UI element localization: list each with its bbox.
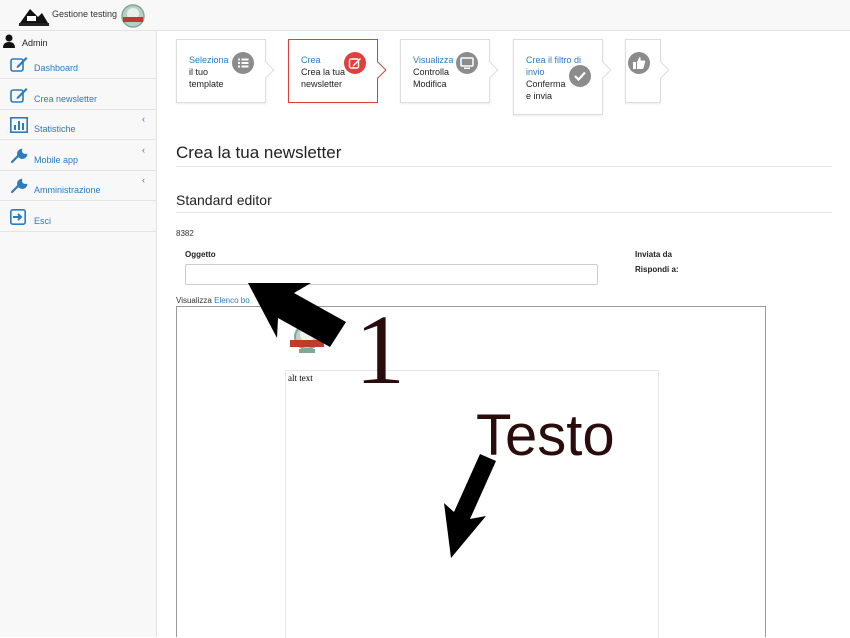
annotation-text: Testo [476, 403, 615, 468]
step-subtitle: e invia [526, 91, 553, 101]
annotation-number: 1 [355, 294, 405, 405]
badge-logo-icon [121, 4, 145, 28]
app-title: Gestione testing [52, 9, 118, 19]
sidebar-item-label: Dashboard [34, 63, 79, 73]
page-title: Crea la tua newsletter [176, 143, 342, 162]
brand-logo-icon[interactable] [18, 3, 50, 27]
chevron-left-icon[interactable]: ‹ [142, 145, 145, 155]
sidebar-item-dashboard[interactable]: Dashboard [0, 49, 157, 79]
list-icon [232, 52, 254, 74]
subject-label: Oggetto [185, 250, 216, 259]
step-arrow [257, 61, 275, 79]
sidebar-item-crea-newsletter[interactable]: Crea newsletter [0, 80, 157, 110]
step-subtitle: template [189, 79, 224, 89]
reply-to-label: Rispondi a: [635, 265, 679, 274]
monitor-icon [456, 52, 478, 74]
sidebar-item-label: Statistiche [34, 124, 76, 134]
step-subtitle: newsletter [301, 79, 343, 89]
wizard-step-crea-filtro[interactable]: Crea il filtro di invio Conferma e invia [513, 39, 612, 115]
wrench-icon [10, 178, 28, 194]
check-icon [569, 65, 591, 87]
bar-chart-icon [10, 117, 28, 133]
step-arrow [652, 61, 670, 79]
sidebar-item-label: Esci [34, 216, 52, 226]
view-line: Visualizza Elenco bo [176, 296, 250, 305]
user-icon [3, 34, 15, 48]
section-title: Standard editor [176, 192, 272, 208]
sidebar-item-label: Mobile app [34, 155, 79, 165]
divider [176, 212, 832, 213]
wrench-icon [10, 148, 28, 164]
sidebar-item-mobile-app[interactable]: Mobile app ‹ [0, 141, 157, 171]
newsletter-id: 8382 [176, 229, 194, 238]
wizard-step-visualizza[interactable]: Visualizza Controlla Modifica [400, 39, 499, 103]
user-name: Admin [22, 38, 48, 48]
edit-icon [344, 52, 366, 74]
chevron-left-icon[interactable]: ‹ [142, 114, 145, 124]
step-arrow [369, 61, 387, 79]
email-logo-image[interactable] [287, 323, 327, 357]
user-info[interactable]: Admin [0, 33, 157, 49]
edit-icon [10, 57, 28, 72]
chevron-left-icon[interactable]: ‹ [142, 175, 145, 185]
step-subtitle: Modifica [413, 79, 447, 89]
view-list-link[interactable]: Elenco bo [214, 296, 250, 305]
sidebar-item-label: Crea newsletter [34, 94, 98, 104]
divider [176, 166, 832, 167]
top-bar: Gestione testing [0, 0, 850, 31]
step-arrow [481, 61, 499, 79]
sidebar-item-amministrazione[interactable]: Amministrazione ‹ [0, 171, 157, 201]
email-editor-frame[interactable]: alt text [176, 306, 766, 638]
subject-input[interactable] [185, 264, 598, 285]
view-prefix: Visualizza [176, 296, 212, 305]
sent-from-label: Inviata da [635, 250, 672, 259]
sidebar: Admin Dashboard Crea newsletter Statisti… [0, 31, 157, 637]
sidebar-item-esci[interactable]: Esci [0, 202, 157, 232]
sidebar-item-statistiche[interactable]: Statistiche ‹ [0, 110, 157, 140]
sidebar-item-label: Amministrazione [34, 185, 101, 195]
wizard-step-seleziona[interactable]: Seleziona il tuo template [176, 39, 275, 103]
thumbs-up-icon [628, 52, 650, 74]
sign-out-icon [10, 209, 26, 225]
step-arrow [594, 61, 612, 79]
image-alt-text: alt text [288, 373, 313, 383]
edit-icon [10, 88, 28, 103]
wizard-step-crea[interactable]: Crea Crea la tua newsletter [288, 39, 387, 103]
wizard-step-done[interactable] [625, 39, 670, 103]
